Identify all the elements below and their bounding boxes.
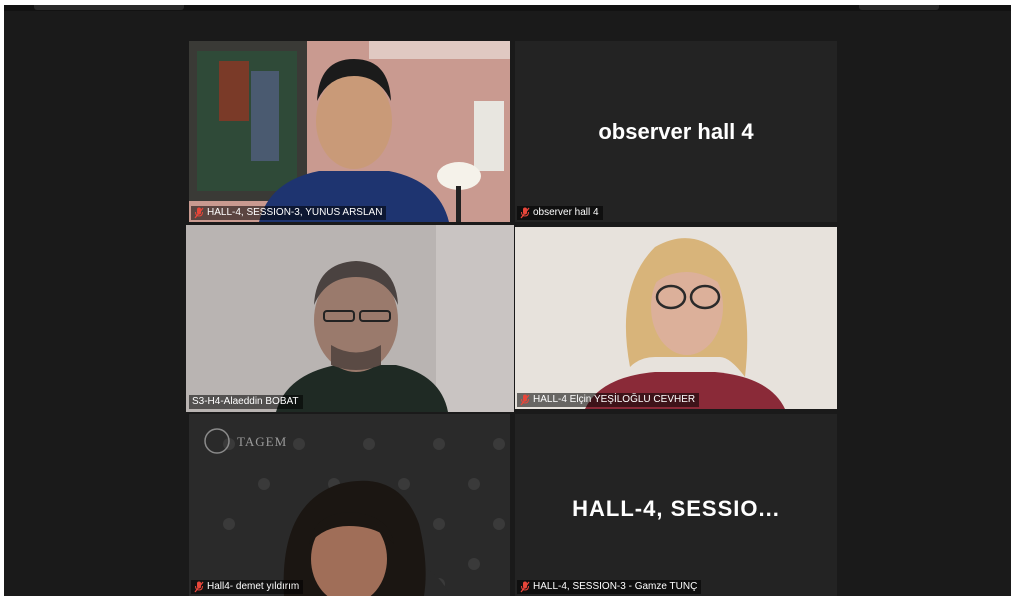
meeting-window: HALL-4, SESSION-3, YUNUS ARSLAN observer… bbox=[4, 5, 1011, 596]
participant-name-tag: HALL-4, SESSION-3 - Gamze TUNÇ bbox=[517, 580, 702, 594]
participant-name-tag: HALL-4, SESSION-3, YUNUS ARSLAN bbox=[191, 206, 387, 220]
video-tile-yunus-arslan[interactable]: HALL-4, SESSION-3, YUNUS ARSLAN bbox=[189, 41, 510, 222]
participant-name-tag: HALL-4 Elçin YEŞİLOĞLU CEVHER bbox=[517, 393, 700, 407]
video-tile-gamze-tunc[interactable]: HALL-4, SESSIO... HALL-4, SESSION-3 - Ga… bbox=[515, 414, 837, 596]
participant-name: S3-H4-Alaeddin BOBAT bbox=[192, 396, 299, 407]
mic-muted-icon bbox=[520, 394, 530, 406]
participant-video bbox=[515, 227, 837, 409]
video-tile-alaeddin-bobat[interactable]: S3-H4-Alaeddin BOBAT bbox=[186, 225, 514, 412]
participant-name: HALL-4, SESSION-3 - Gamze TUNÇ bbox=[533, 581, 698, 592]
mic-muted-icon bbox=[520, 207, 530, 219]
display-name: observer hall 4 bbox=[598, 118, 754, 144]
participant-name-tag: S3-H4-Alaeddin BOBAT bbox=[189, 395, 303, 409]
participant-video bbox=[189, 41, 510, 222]
tagem-logo: TAGEM bbox=[237, 434, 288, 449]
mic-muted-icon bbox=[194, 207, 204, 219]
participant-name-tag: Hall4- demet yıldırım bbox=[191, 580, 304, 594]
participant-video bbox=[186, 225, 514, 412]
video-tile-elcin-yesiloglu-cevher[interactable]: HALL-4 Elçin YEŞİLOĞLU CEVHER bbox=[515, 227, 837, 409]
top-bar bbox=[4, 5, 1011, 11]
video-tile-demet-yildirim[interactable]: TAGEM Hall4- demet yıldırım bbox=[189, 414, 510, 596]
mic-muted-icon bbox=[194, 581, 204, 593]
participant-name: HALL-4, SESSION-3, YUNUS ARSLAN bbox=[207, 207, 383, 218]
participant-name-tag: observer hall 4 bbox=[517, 206, 603, 220]
mic-muted-icon bbox=[520, 581, 530, 593]
participant-name: observer hall 4 bbox=[533, 207, 599, 218]
participant-name: Hall4- demet yıldırım bbox=[207, 581, 300, 592]
video-tile-observer-hall-4[interactable]: observer hall 4 observer hall 4 bbox=[515, 41, 837, 222]
participant-name: HALL-4 Elçin YEŞİLOĞLU CEVHER bbox=[533, 394, 696, 405]
display-name: HALL-4, SESSIO... bbox=[572, 495, 780, 521]
